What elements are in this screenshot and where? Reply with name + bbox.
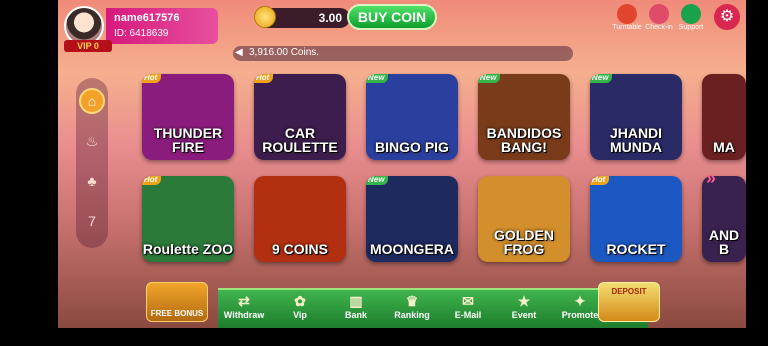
game-title: JHANDI MUNDA (609, 125, 663, 155)
game-tile-rocket[interactable]: Hot ROCKET (590, 176, 682, 262)
game-title: CAR ROULETTE (262, 125, 338, 155)
game-title: AND B (708, 227, 740, 257)
game-tile-moongera[interactable]: New MOONGERA (366, 176, 458, 262)
nav-label: Bank (344, 310, 367, 320)
deposit-label: DEPOSIT (611, 287, 647, 296)
mail-icon: ✉ (462, 293, 474, 309)
nav-label: Event (511, 310, 537, 320)
game-title: BANDIDOS BANG! (486, 125, 562, 155)
game-title: THUNDER FIRE (153, 125, 223, 155)
game-tile-bingo-pig[interactable]: New BINGO PIG (366, 74, 458, 160)
buy-coin-button[interactable]: BUY COIN (347, 4, 437, 30)
game-tile-roulette-zoo[interactable]: Hot Roulette ZOO (142, 176, 234, 262)
game-title: BINGO PIG (375, 139, 449, 155)
nav-withdraw[interactable]: ⇄ Withdraw (218, 292, 270, 320)
game-title: MA (713, 139, 735, 155)
new-badge: New (478, 74, 501, 83)
game-tile-partial-1[interactable]: MA (702, 74, 746, 160)
nav-ranking[interactable]: ♛ Ranking (386, 292, 438, 320)
game-title: MOONGERA (370, 241, 454, 257)
game-lobby: name617576 ID: 6418639 VIP 0 3.00 BUY CO… (58, 0, 746, 328)
deposit-button[interactable]: DEPOSIT (598, 282, 660, 322)
game-tile-golden-frog[interactable]: GOLDEN FROG (478, 176, 570, 262)
calendar-icon (649, 4, 669, 24)
new-badge: New (590, 74, 613, 83)
headset-icon (681, 4, 701, 24)
nav-event[interactable]: ★ Event (498, 292, 550, 320)
sidebar-item-hot[interactable]: ♨ (79, 128, 105, 154)
marquee-text: 3,916.00 Coins. (249, 47, 320, 58)
game-title: ROCKET (606, 241, 666, 257)
sidebar-item-slots[interactable]: 7 (79, 208, 105, 234)
withdraw-icon: ⇄ (238, 293, 250, 309)
nav-label: Withdraw (223, 310, 265, 320)
new-badge: New (366, 176, 389, 185)
gear-icon: ⚙ (719, 8, 735, 25)
support-button[interactable]: Support (676, 4, 706, 31)
coin-value: 3.00 (318, 11, 342, 25)
nav-label: Ranking (394, 310, 430, 320)
game-tile-9-coins[interactable]: 9 COINS (254, 176, 346, 262)
check-in-label: Check-in (645, 24, 673, 31)
bottom-nav: ⇄ Withdraw ✿ Vip ▥ Bank ♛ Ranking ✉ E-Ma… (218, 288, 648, 328)
sidebar-item-home[interactable]: ⌂ (79, 88, 105, 114)
nav-label: E-Mail (454, 310, 482, 320)
cards-icon: ♣ (87, 173, 97, 189)
hot-badge: Hot (142, 74, 162, 83)
game-tile-thunder-fire[interactable]: Hot THUNDER FIRE (142, 74, 234, 160)
nav-vip[interactable]: ✿ Vip (274, 292, 326, 320)
free-bonus-label: FREE BONUS (150, 309, 204, 318)
turntable-label: Turntable (612, 24, 642, 31)
game-tile-car-roulette[interactable]: Hot CAR ROULETTE (254, 74, 346, 160)
category-sidebar: ⌂ ♨ ♣ 7 (76, 78, 108, 248)
nav-email[interactable]: ✉ E-Mail (442, 292, 494, 320)
game-title: 9 COINS (271, 241, 328, 257)
home-icon: ⌂ (87, 93, 97, 109)
scroll-right-arrow-icon[interactable]: » (706, 168, 716, 189)
hot-badge: Hot (590, 176, 610, 185)
hot-badge: Hot (254, 74, 274, 83)
nav-label: Promote (561, 310, 599, 320)
slots-777-icon: 7 (88, 213, 96, 229)
user-panel[interactable]: name617576 ID: 6418639 (106, 8, 218, 44)
support-label: Support (678, 24, 704, 31)
sidebar-item-cards[interactable]: ♣ (79, 168, 105, 194)
game-title: Roulette ZOO (142, 241, 234, 257)
game-title: GOLDEN FROG (494, 227, 554, 257)
free-bonus-button[interactable]: FREE BONUS (146, 282, 208, 322)
check-in-button[interactable]: Check-in (644, 4, 674, 31)
username: name617576 (114, 12, 180, 24)
new-badge: New (366, 74, 389, 83)
nav-bank[interactable]: ▥ Bank (330, 292, 382, 320)
coin-balance: 3.00 (254, 6, 350, 28)
settings-button[interactable]: ⚙ (714, 4, 740, 30)
ranking-icon: ♛ (405, 293, 419, 309)
vip-icon: ✿ (294, 293, 306, 309)
speaker-icon: ◀ (235, 47, 243, 58)
turntable-icon (617, 4, 637, 24)
hot-badge: Hot (142, 176, 162, 185)
bank-icon: ▥ (349, 293, 363, 309)
coin-icon (254, 6, 276, 28)
announcement-marquee: ◀ 3,916.00 Coins. (233, 46, 573, 61)
game-tile-bandidos-bang[interactable]: New BANDIDOS BANG! (478, 74, 570, 160)
event-icon: ★ (517, 293, 531, 309)
user-id: ID: 6418639 (114, 28, 169, 39)
vip-badge: VIP 0 (64, 40, 112, 52)
turntable-button[interactable]: Turntable (612, 4, 642, 31)
fire-icon: ♨ (85, 133, 99, 149)
nav-label: Vip (293, 310, 307, 320)
game-tile-jhandi-munda[interactable]: New JHANDI MUNDA (590, 74, 682, 160)
top-bar: name617576 ID: 6418639 VIP 0 3.00 BUY CO… (58, 0, 746, 52)
